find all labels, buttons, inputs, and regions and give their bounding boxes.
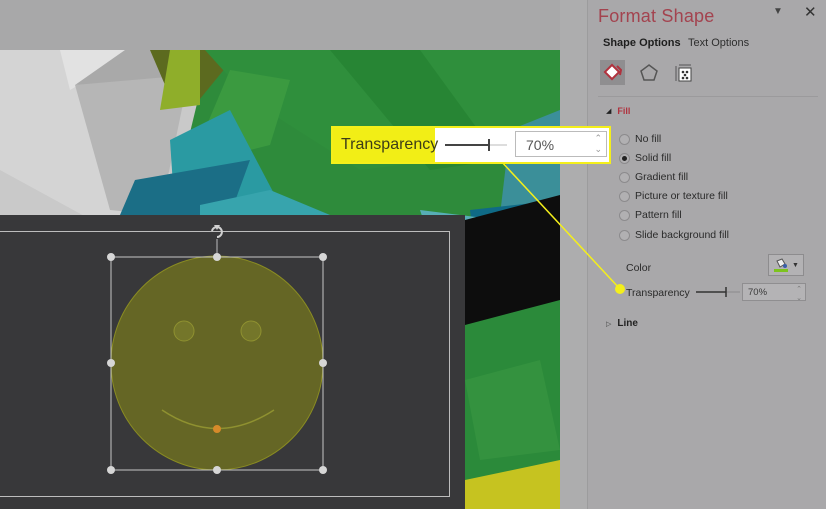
rotate-handle-icon[interactable]: [211, 225, 223, 238]
fill-section-header[interactable]: ◢ Fill: [606, 106, 630, 116]
adjustment-handle[interactable]: [213, 425, 221, 433]
radio-label: No fill: [635, 133, 662, 145]
smiley-face-body: [110, 255, 324, 471]
collapse-triangle-icon: ◢: [606, 108, 612, 115]
tab-shape-options[interactable]: Shape Options: [603, 37, 681, 49]
radio-pattern-fill[interactable]: Pattern fill: [619, 209, 682, 221]
size-properties-icon[interactable]: [670, 60, 695, 85]
radio-solid-fill[interactable]: Solid fill: [619, 152, 671, 164]
callout-transparency-label: Transparency: [341, 136, 439, 153]
transparency-callout-zoom: Transparency ⌃⌄: [331, 126, 611, 164]
chevron-down-icon: ▼: [792, 261, 799, 269]
slide-workspace: [0, 0, 588, 509]
spin-arrows[interactable]: ⌃ ⌄: [796, 285, 802, 303]
radio-button[interactable]: [619, 171, 630, 183]
transparency-label: Transparency: [626, 287, 690, 299]
radio-button[interactable]: [619, 190, 630, 202]
callout-spin-arrows[interactable]: ⌃ ⌄: [594, 133, 602, 155]
transparency-spinbox[interactable]: ⌃⌄: [742, 283, 806, 303]
callout-transparency-spinbox[interactable]: ⌃⌄: [515, 131, 607, 157]
line-section-header[interactable]: ▷ Line: [606, 318, 638, 329]
tab-text-options[interactable]: Text Options: [688, 37, 749, 49]
pane-divider: [598, 96, 818, 97]
callout-transparency-slider[interactable]: [445, 138, 509, 152]
pane-options-dropdown-icon[interactable]: ▼: [773, 6, 783, 17]
radio-slide-background-fill[interactable]: Slide background fill: [619, 229, 729, 241]
line-section-label: Line: [617, 318, 638, 329]
radio-button[interactable]: [619, 229, 630, 241]
transparency-slider[interactable]: [696, 286, 740, 298]
expand-triangle-icon: ▷: [606, 320, 612, 328]
fill-color-picker-button[interactable]: ▼: [768, 254, 804, 276]
spin-up-icon[interactable]: ⌃: [796, 285, 802, 294]
radio-picture-texture-fill[interactable]: Picture or texture fill: [619, 190, 728, 202]
color-label: Color: [626, 262, 652, 274]
format-shape-pane: Format Shape ▼ ✕ Shape Options Text Opti…: [588, 0, 826, 509]
callout-transparency-input[interactable]: [524, 136, 588, 154]
smiley-left-eye: [173, 320, 195, 342]
radio-no-fill[interactable]: No fill: [619, 133, 661, 145]
radio-label: Solid fill: [635, 152, 672, 164]
fill-line-icon[interactable]: [600, 60, 625, 85]
spin-down-icon[interactable]: ⌄: [796, 294, 802, 303]
radio-label: Picture or texture fill: [635, 190, 728, 202]
close-icon[interactable]: ✕: [804, 3, 817, 21]
radio-button[interactable]: [619, 133, 630, 145]
radio-button[interactable]: [619, 209, 630, 221]
radio-label: Slide background fill: [635, 229, 729, 241]
effects-pentagon-icon[interactable]: [636, 60, 661, 85]
radio-label: Pattern fill: [635, 209, 682, 221]
paint-bucket-icon: [774, 258, 789, 272]
smiley-face-shape[interactable]: [0, 215, 465, 509]
vertical-scrollbar[interactable]: [560, 0, 588, 509]
fill-section-label: Fill: [617, 106, 631, 116]
smiley-right-eye: [240, 320, 262, 342]
radio-gradient-fill[interactable]: Gradient fill: [619, 171, 688, 183]
pane-title: Format Shape: [598, 6, 715, 26]
radio-button-checked[interactable]: [619, 152, 630, 164]
transparency-input[interactable]: [748, 286, 784, 298]
radio-label: Gradient fill: [635, 171, 689, 183]
